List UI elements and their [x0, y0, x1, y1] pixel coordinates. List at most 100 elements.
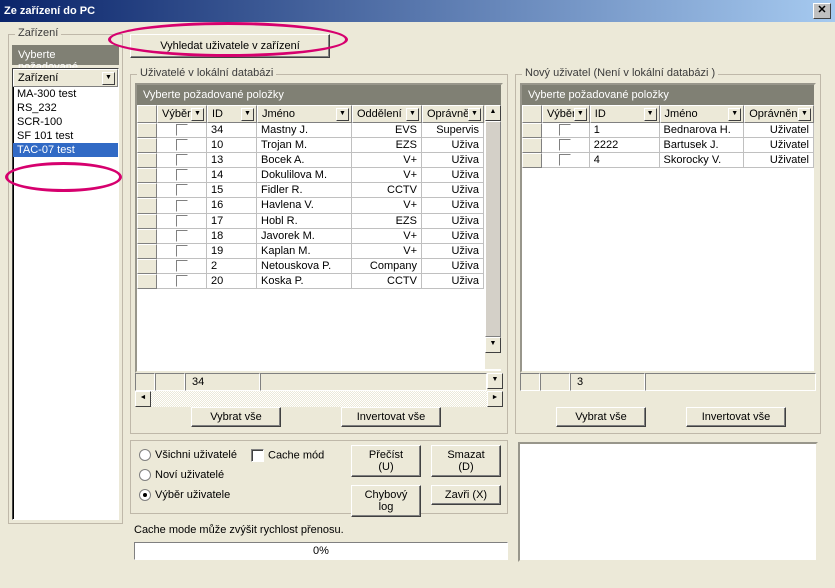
radio-new-users[interactable]: Noví uživatelé	[139, 469, 224, 481]
radio-user-selection[interactable]: Výběr uživatele	[139, 489, 230, 501]
new-count-row: 3	[520, 373, 816, 391]
list-item[interactable]: SF 101 test	[13, 129, 118, 143]
local-legend: Uživatelé v lokální databázi	[137, 67, 276, 79]
dropdown-icon[interactable]: ▼	[102, 72, 115, 85]
table-row[interactable]: 2Netouskova P.CompanyUživa	[137, 259, 501, 274]
local-users-group: Uživatelé v lokální databázi Vyberte pož…	[130, 74, 508, 434]
col-id[interactable]: ID▼	[590, 105, 660, 123]
col-opravneni[interactable]: Oprávnění▼	[744, 105, 814, 123]
scroll-down-icon: ▼	[487, 373, 503, 389]
list-item[interactable]: MA-300 test	[13, 87, 118, 101]
local-prompt: Vyberte požadované položky	[137, 85, 501, 105]
delete-button[interactable]: Smazat (D)	[431, 445, 501, 477]
table-row[interactable]: 16Havlena V.V+Uživa	[137, 198, 501, 213]
col-vyber[interactable]: Výběr▼	[157, 105, 207, 123]
new-prompt: Vyberte požadované položky	[522, 85, 814, 105]
row-checkbox[interactable]	[176, 124, 188, 136]
table-row[interactable]: 18Javorek M.V+Uživa	[137, 229, 501, 244]
table-row[interactable]: 1Bednarova H.Uživatel	[522, 123, 814, 138]
window-title: Ze zařízení do PC	[4, 5, 95, 17]
row-checkbox[interactable]	[176, 154, 188, 166]
local-grid-header: Výběr▼ ID▼ Jméno▼ Oddělení▼ Oprávnění▼	[137, 105, 501, 123]
error-log-button[interactable]: Chybový log	[351, 485, 421, 517]
devices-column-header[interactable]: Zařízení ▼	[13, 69, 118, 87]
local-count: 34	[185, 373, 260, 391]
col-opravneni[interactable]: Oprávnění▼	[422, 105, 484, 123]
row-checkbox[interactable]	[176, 245, 188, 257]
search-users-button[interactable]: Vyhledat uživatele v zařízení	[130, 34, 330, 58]
local-count-row: 34 ▼	[135, 373, 503, 391]
progress-label: 0%	[313, 545, 329, 557]
table-row[interactable]: 13Bocek A.V+Uživa	[137, 153, 501, 168]
vertical-scrollbar[interactable]: ▲ ▼	[485, 105, 501, 369]
list-item[interactable]: RS_232	[13, 101, 118, 115]
row-checkbox[interactable]	[176, 169, 188, 181]
table-row[interactable]: 19Kaplan M.V+Uživa	[137, 244, 501, 259]
scroll-up-icon: ▲	[485, 105, 501, 121]
table-row[interactable]: 17Hobl R.EZSUživa	[137, 214, 501, 229]
close-button[interactable]: Zavři (X)	[431, 485, 501, 505]
table-row[interactable]: 2222Bartusek J.Uživatel	[522, 138, 814, 153]
horizontal-scrollbar[interactable]: ◄ ►	[135, 391, 503, 407]
dropdown-icon: ▼	[728, 108, 741, 121]
col-id[interactable]: ID▼	[207, 105, 257, 123]
devices-legend: Zařízení	[15, 27, 61, 39]
radio-all-users[interactable]: Všichni uživatelé	[139, 449, 237, 461]
col-jmeno[interactable]: Jméno▼	[660, 105, 745, 123]
cache-note: Cache mode může zvýšit rychlost přenosu.	[134, 524, 344, 536]
local-grid-body[interactable]: 34Mastny J.EVSSupervis10Trojan M.EZSUživ…	[137, 123, 501, 289]
table-row[interactable]: 20Koska P.CCTVUživa	[137, 274, 501, 289]
local-grid[interactable]: Vyberte požadované položky Výběr▼ ID▼ Jm…	[135, 83, 503, 373]
table-row[interactable]: 10Trojan M.EZSUživa	[137, 138, 501, 153]
row-checkbox[interactable]	[559, 139, 571, 151]
new-grid-body[interactable]: 1Bednarova H.Uživatel2222Bartusek J.Uživ…	[522, 123, 814, 168]
close-icon[interactable]: ✕	[813, 3, 831, 19]
new-grid[interactable]: Vyberte požadované položky Výběr▼ ID▼ Jm…	[520, 83, 816, 373]
scroll-down-icon: ▼	[485, 337, 501, 353]
row-checkbox[interactable]	[176, 184, 188, 196]
options-panel: Všichni uživatelé Noví uživatelé Výběr u…	[130, 440, 508, 514]
col-oddeleni[interactable]: Oddělení▼	[352, 105, 422, 123]
row-checkbox[interactable]	[176, 215, 188, 227]
devices-group: Zařízení Vyberte požadované Zařízení ▼ M…	[8, 34, 123, 524]
row-checkbox[interactable]	[559, 124, 571, 136]
list-item[interactable]: SCR-100	[13, 115, 118, 129]
new-invert-all-button[interactable]: Invertovat vše	[686, 407, 786, 427]
table-row[interactable]: 4Skorocky V.Uživatel	[522, 153, 814, 168]
scroll-right-icon: ►	[487, 391, 503, 407]
new-users-group: Nový uživatel (Není v lokální databázi )…	[515, 74, 821, 434]
progress-bar: 0%	[134, 542, 508, 560]
new-legend: Nový uživatel (Není v lokální databázi )	[522, 67, 718, 79]
new-select-all-button[interactable]: Vybrat vše	[556, 407, 646, 427]
local-invert-all-button[interactable]: Invertovat vše	[341, 407, 441, 427]
new-grid-header: Výběr▼ ID▼ Jméno▼ Oprávnění▼	[522, 105, 814, 123]
new-count: 3	[570, 373, 645, 391]
dropdown-icon: ▼	[406, 108, 419, 121]
table-row[interactable]: 34Mastny J.EVSSupervis	[137, 123, 501, 138]
dropdown-icon: ▼	[644, 108, 657, 121]
row-checkbox[interactable]	[176, 230, 188, 242]
dropdown-icon: ▼	[241, 108, 254, 121]
row-checkbox[interactable]	[176, 275, 188, 287]
row-checkbox[interactable]	[559, 154, 571, 166]
list-item[interactable]: TAC-07 test	[13, 143, 118, 157]
dropdown-icon: ▼	[468, 108, 481, 121]
titlebar: Ze zařízení do PC ✕	[0, 0, 835, 22]
dropdown-icon: ▼	[798, 108, 811, 121]
local-select-all-button[interactable]: Vybrat vše	[191, 407, 281, 427]
row-checkbox[interactable]	[176, 200, 188, 212]
cache-mode-checkbox[interactable]: Cache mód	[251, 449, 324, 462]
col-vyber[interactable]: Výběr▼	[542, 105, 590, 123]
scroll-left-icon: ◄	[135, 391, 151, 407]
dropdown-icon: ▼	[191, 108, 204, 121]
read-button[interactable]: Přečíst (U)	[351, 445, 421, 477]
table-row[interactable]: 14Dokulilova M.V+Uživa	[137, 168, 501, 183]
dropdown-icon: ▼	[574, 108, 587, 121]
row-checkbox[interactable]	[176, 260, 188, 272]
devices-listbox[interactable]: Zařízení ▼ MA-300 testRS_232SCR-100SF 10…	[12, 68, 119, 520]
row-checkbox[interactable]	[176, 139, 188, 151]
dropdown-icon: ▼	[336, 108, 349, 121]
log-textarea[interactable]	[518, 442, 818, 562]
col-jmeno[interactable]: Jméno▼	[257, 105, 352, 123]
table-row[interactable]: 15Fidler R.CCTVUživa	[137, 183, 501, 198]
